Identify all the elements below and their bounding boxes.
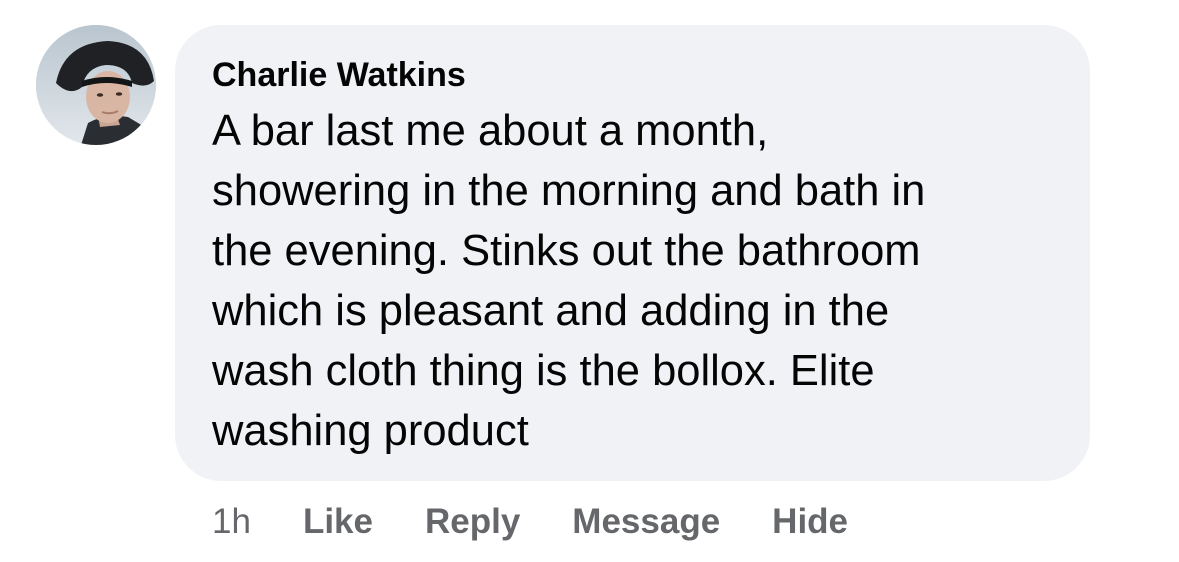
comment-text-line: which is pleasant and adding in the (212, 287, 890, 335)
message-button[interactable]: Message (572, 502, 720, 542)
comment-text-line: wash cloth thing is the bollox. Elite (212, 347, 875, 395)
comment-text-line: the evening. Stinks out the bathroom (212, 227, 921, 275)
profile-photo-icon (36, 25, 156, 145)
comment-text-line: washing product (212, 407, 529, 455)
comment-text-line: showering in the morning and bath in (212, 167, 926, 215)
comment-timestamp[interactable]: 1h (212, 502, 251, 542)
comment-actions: 1h Like Reply Message Hide (212, 497, 848, 547)
comment-text-line: A bar last me about a month, (212, 107, 769, 155)
avatar[interactable] (36, 25, 156, 145)
reply-button[interactable]: Reply (425, 502, 520, 542)
comment-bubble: Charlie Watkins A bar last me about a mo… (175, 25, 1090, 481)
hide-button[interactable]: Hide (772, 502, 848, 542)
comment-author-name[interactable]: Charlie Watkins (212, 53, 1060, 97)
like-button[interactable]: Like (303, 502, 373, 542)
comment-text: A bar last me about a month, showering i… (212, 101, 1067, 461)
